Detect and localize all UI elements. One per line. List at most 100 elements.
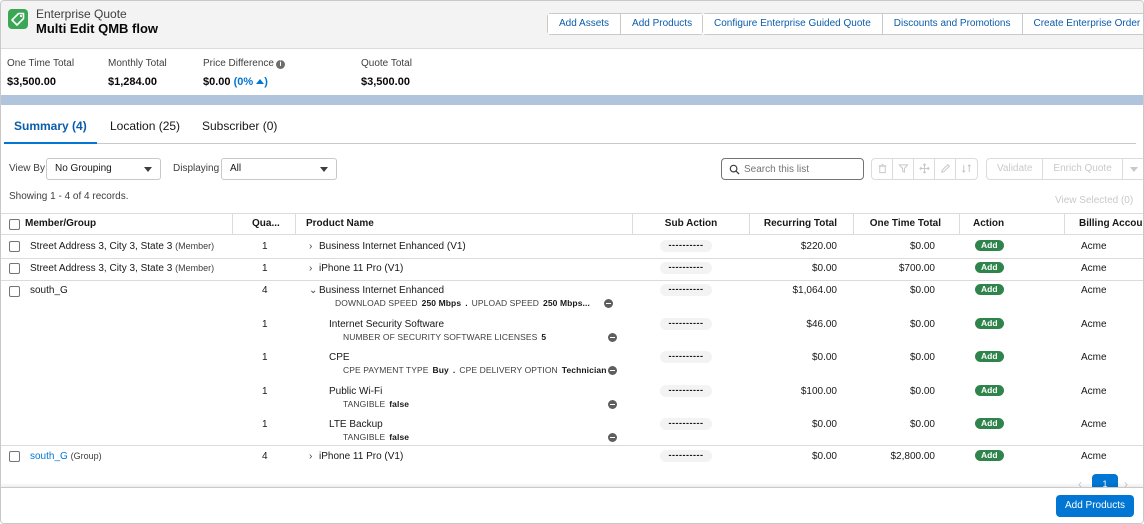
attribute-separator: . <box>465 298 468 308</box>
chevron-right-icon[interactable]: › <box>309 451 319 462</box>
price-difference-close-paren: ) <box>264 76 268 88</box>
add-assets-button[interactable]: Add Assets <box>548 14 622 34</box>
configure-guided-quote-button[interactable]: Configure Enterprise Guided Quote <box>703 14 883 34</box>
view-by-select[interactable]: No Grouping <box>46 158 161 180</box>
create-order-button[interactable]: Create Enterprise Order <box>1022 14 1143 34</box>
product-cell: › Business Internet Enhanced (V1) <box>309 241 466 252</box>
billing-account-cell: Acme <box>1081 319 1107 330</box>
sub-action-pill[interactable]: ---------- <box>660 262 712 274</box>
tab-subscriber[interactable]: Subscriber (0) <box>192 119 287 144</box>
tab-location[interactable]: Location (25) <box>100 119 190 144</box>
one-time-total-cell: $700.00 <box>898 263 935 274</box>
sub-action-pill[interactable]: ---------- <box>660 240 712 252</box>
one-time-total-cell: $0.00 <box>909 386 935 397</box>
chevron-down-icon <box>144 167 152 172</box>
select-all-checkbox[interactable] <box>9 219 20 230</box>
tab-summary[interactable]: Summary (4) <box>4 119 97 144</box>
column-quantity[interactable]: Qua... <box>233 213 296 235</box>
attribute-value: Buy <box>432 365 449 375</box>
recurring-total-cell: $0.00 <box>811 263 837 274</box>
view-selected-link[interactable]: View Selected (0) <box>1055 195 1133 206</box>
delete-button[interactable] <box>872 159 893 179</box>
member-cell: Street Address 3, City 3, State 3 (Membe… <box>30 263 214 274</box>
quantity-cell: 1 <box>262 352 268 363</box>
add-products-primary-button[interactable]: Add Products <box>1056 495 1134 517</box>
group-link[interactable]: south_G <box>30 451 68 462</box>
chevron-right-icon[interactable]: › <box>309 241 319 252</box>
discounts-promotions-button[interactable]: Discounts and Promotions <box>882 14 1023 34</box>
info-icon[interactable]: i <box>275 60 285 69</box>
action-badge[interactable]: Add <box>975 240 1004 251</box>
price-difference: Price Difference i $0.00 (0% ) <box>203 58 285 88</box>
more-attributes-icon[interactable] <box>608 433 617 442</box>
search-input[interactable] <box>744 161 859 177</box>
column-one-time-total[interactable]: One Time Total <box>854 213 960 235</box>
view-by-label: View By <box>9 163 45 174</box>
attribute-separator: . <box>452 365 456 375</box>
row-checkbox[interactable] <box>9 241 20 252</box>
row-checkbox[interactable] <box>9 451 20 462</box>
product-attributes: TANGIBLE false <box>343 399 409 409</box>
sub-action-pill[interactable]: ---------- <box>660 450 712 462</box>
action-badge[interactable]: Add <box>975 284 1004 295</box>
action-badge[interactable]: Add <box>975 385 1004 396</box>
displaying-select[interactable]: All <box>221 158 337 180</box>
filter-icon <box>898 164 909 173</box>
product-cell: › iPhone 11 Pro (V1) <box>309 451 403 462</box>
section-divider-band <box>1 95 1143 105</box>
edit-button[interactable] <box>935 159 956 179</box>
member-tag: (Member) <box>175 263 215 273</box>
recurring-total-cell: $220.00 <box>800 241 837 252</box>
chevron-down-icon[interactable]: ⌄ <box>309 285 319 296</box>
sub-action-pill[interactable]: ---------- <box>660 318 712 330</box>
sub-action-pill[interactable]: ---------- <box>660 418 712 430</box>
column-recurring-total[interactable]: Recurring Total <box>750 213 854 235</box>
validate-more-button[interactable] <box>1123 159 1143 179</box>
product-name: iPhone 11 Pro (V1) <box>319 451 404 462</box>
trash-icon <box>878 163 887 174</box>
action-badge[interactable]: Add <box>975 262 1004 273</box>
sub-action-pill[interactable]: ---------- <box>660 284 712 296</box>
validate-button-group: Validate Enrich Quote <box>986 158 1143 180</box>
more-attributes-icon[interactable] <box>604 299 613 308</box>
product-cell: ⌄ Business Internet Enhanced <box>309 285 444 296</box>
more-attributes-icon[interactable] <box>608 400 617 409</box>
member-name: south_G <box>30 285 68 296</box>
attribute-value: 5 <box>541 332 547 342</box>
column-product-name[interactable]: Product Name <box>296 213 633 235</box>
chevron-right-icon[interactable]: › <box>309 263 319 274</box>
add-products-button[interactable]: Add Products <box>621 14 704 34</box>
search-box[interactable] <box>721 158 864 180</box>
enrich-quote-button[interactable]: Enrich Quote <box>1043 159 1123 179</box>
more-attributes-icon[interactable] <box>608 333 617 342</box>
column-sub-action[interactable]: Sub Action <box>633 213 750 235</box>
sub-action-pill[interactable]: ---------- <box>660 351 712 363</box>
quantity-cell: 1 <box>262 263 268 274</box>
sub-action-pill[interactable]: ---------- <box>660 385 712 397</box>
quote-action-group: Configure Enterprise Guided Quote Discou… <box>702 13 1143 35</box>
action-badge[interactable]: Add <box>975 418 1004 429</box>
action-badge[interactable]: Add <box>975 318 1004 329</box>
validate-button[interactable]: Validate <box>987 159 1044 179</box>
action-badge[interactable]: Add <box>975 351 1004 362</box>
column-member-group[interactable]: Member/Group <box>25 213 233 235</box>
member-name: Street Address 3, City 3, State 3 <box>30 263 173 274</box>
attribute-key: CPE PAYMENT TYPE <box>343 365 429 375</box>
billing-account-cell: Acme <box>1081 419 1107 430</box>
one-time-total-cell: $0.00 <box>909 241 935 252</box>
row-checkbox[interactable] <box>9 263 20 274</box>
more-attributes-icon[interactable] <box>608 366 617 375</box>
move-button[interactable] <box>914 159 935 179</box>
monthly-total-label: Monthly Total <box>108 58 167 69</box>
action-badge[interactable]: Add <box>975 450 1004 461</box>
one-time-total: One Time Total $3,500.00 <box>7 58 74 88</box>
filter-button[interactable] <box>893 159 914 179</box>
attribute-key: NUMBER OF SECURITY SOFTWARE LICENSES <box>343 332 538 342</box>
product-attributes: NUMBER OF SECURITY SOFTWARE LICENSES 5 <box>343 332 546 342</box>
swap-button[interactable] <box>956 159 977 179</box>
column-billing-account[interactable]: Billing Accou <box>1065 213 1143 235</box>
billing-account-cell: Acme <box>1081 386 1107 397</box>
row-checkbox[interactable] <box>9 286 20 297</box>
displaying-label: Displaying <box>173 163 220 174</box>
column-action[interactable]: Action <box>960 213 1065 235</box>
